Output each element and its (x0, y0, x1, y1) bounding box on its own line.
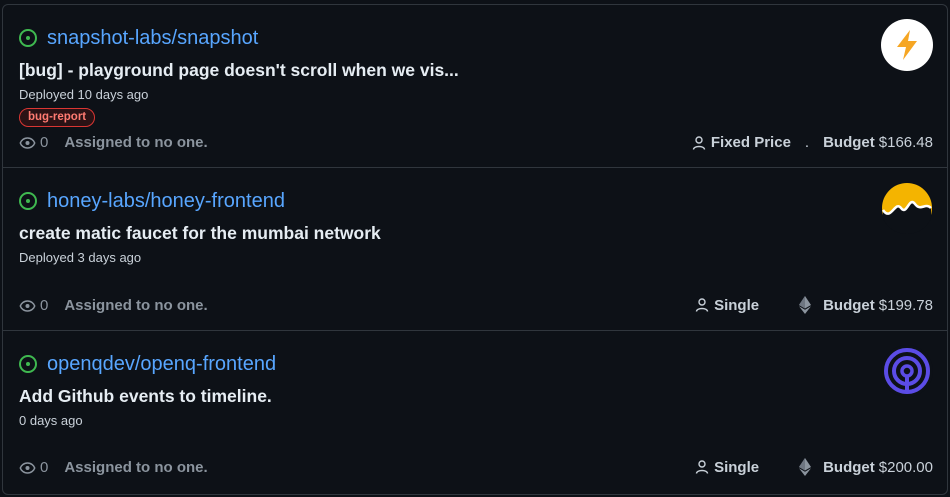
open-status-icon (19, 192, 37, 210)
user-icon (695, 298, 709, 312)
issue-card[interactable]: openqdev/openq-frontend Add Github event… (3, 331, 947, 492)
issue-title[interactable]: Add Github events to timeline. (19, 386, 272, 407)
bounty-type: Fixed Price (692, 134, 791, 151)
watchers-info: 0 Assigned to no one. (19, 459, 208, 476)
open-status-icon (19, 29, 37, 47)
user-icon (695, 460, 709, 474)
eye-icon (19, 461, 36, 474)
bounty-meta: Single Budget $200.00 (695, 458, 933, 476)
repo-link[interactable]: openqdev/openq-frontend (47, 353, 276, 376)
separator-dot: . (804, 134, 810, 151)
honey-logo-icon (881, 183, 932, 234)
issue-card[interactable]: snapshot-labs/snapshot [bug] - playgroun… (3, 5, 947, 168)
budget-label: Budget (823, 458, 875, 476)
issue-title[interactable]: create matic faucet for the mumbai netwo… (19, 223, 381, 244)
repo-avatar (881, 182, 933, 234)
lightning-icon (897, 30, 917, 60)
budget-value: $166.48 (878, 134, 933, 151)
deployed-time: Deployed 3 days ago (19, 250, 142, 265)
ethereum-icon (799, 296, 812, 314)
openq-logo-icon (884, 348, 930, 394)
watchers-info: 0 Assigned to no one. (19, 134, 208, 151)
open-status-icon (19, 355, 37, 373)
bounty-type: Single (695, 297, 759, 314)
deployed-time: Deployed 10 days ago (19, 87, 149, 102)
bounty-meta: Single Budget $199.78 (695, 296, 933, 314)
watchers-info: 0 Assigned to no one. (19, 297, 208, 314)
issue-card[interactable]: honey-labs/honey-frontend create matic f… (3, 168, 947, 331)
issue-list: snapshot-labs/snapshot [bug] - playgroun… (2, 4, 948, 495)
assignee-text: Assigned to no one. (64, 459, 208, 476)
bounty-meta: Fixed Price . Budget $166.48 (692, 134, 933, 151)
eye-icon (19, 136, 36, 149)
repo-link[interactable]: honey-labs/honey-frontend (47, 190, 285, 213)
user-icon (692, 135, 706, 150)
deployed-time: 0 days ago (19, 413, 83, 428)
watcher-count: 0 (40, 297, 49, 314)
bounty-type-label: Fixed Price (710, 134, 791, 151)
label-badge[interactable]: bug-report (19, 108, 96, 127)
bounty-type: Single (695, 459, 759, 476)
eye-icon (19, 299, 36, 312)
assignee-text: Assigned to no one. (64, 297, 208, 314)
assignee-text: Assigned to no one. (64, 134, 208, 151)
ethereum-icon (799, 458, 812, 476)
repo-avatar (881, 345, 933, 397)
issue-title[interactable]: [bug] - playground page doesn't scroll w… (19, 60, 459, 81)
budget-label: Budget (823, 296, 875, 314)
bounty-type-label: Single (714, 296, 760, 314)
budget-value: $200.00 (878, 458, 933, 476)
repo-link[interactable]: snapshot-labs/snapshot (47, 27, 258, 50)
watcher-count: 0 (40, 459, 49, 476)
bounty-type-label: Single (714, 458, 760, 476)
watcher-count: 0 (40, 134, 49, 151)
budget-label: Budget (823, 134, 875, 151)
repo-avatar (881, 19, 933, 71)
budget-value: $199.78 (878, 296, 933, 314)
